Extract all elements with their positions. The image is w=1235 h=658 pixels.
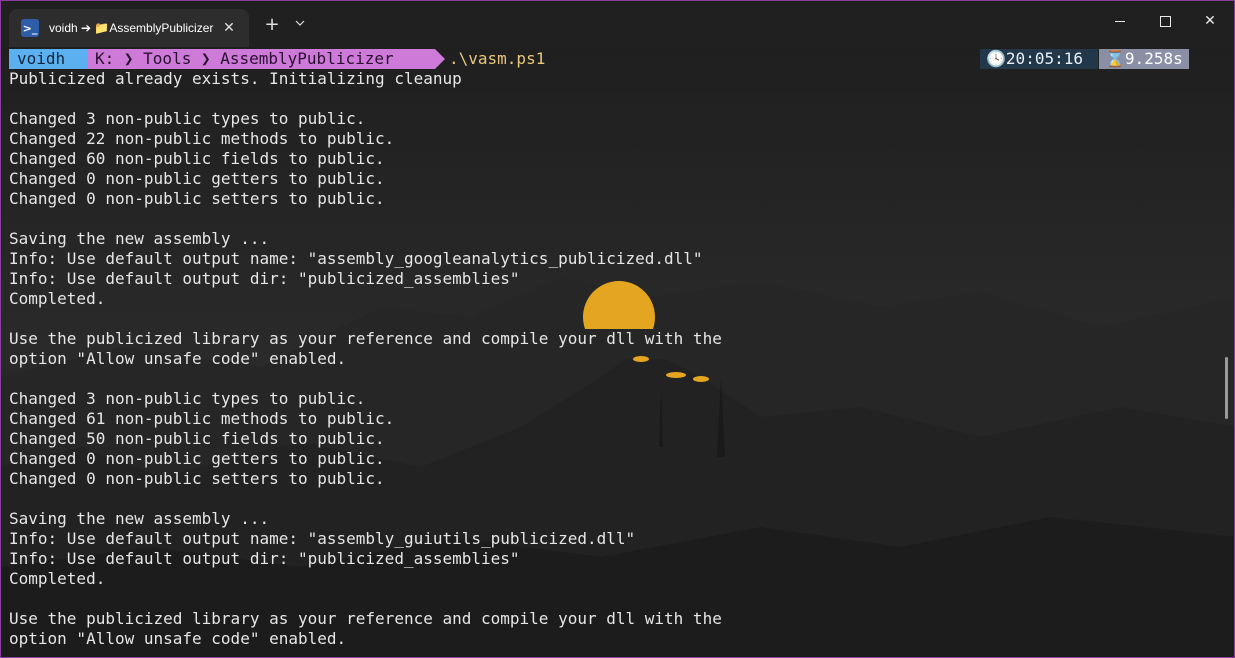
output-line: Info: Use default output name: "assembly… [9,249,703,268]
output-line: Completed. [9,289,106,308]
output-line: Saving the new assembly ... [9,509,270,528]
output-line: Changed 60 non-public fields to public. [9,149,385,168]
output-line: Use the publicized library as your refer… [9,329,722,348]
output-line: option "Allow unsafe code" enabled. [9,629,347,648]
close-tab-icon[interactable]: ✕ [219,18,239,38]
output-line: Info: Use default output dir: "publicize… [9,269,520,288]
new-tab-button[interactable]: + [260,14,284,38]
output-line: Changed 50 non-public fields to public. [9,429,385,448]
close-window-button[interactable]: ✕ [1188,5,1232,37]
output-line: Use the publicized library as your refer… [9,609,722,628]
minimize-button[interactable] [1098,5,1142,37]
vertical-scrollbar[interactable] [1225,357,1228,419]
output-line: Changed 0 non-public getters to public. [9,449,385,468]
prompt-duration: ⌛9.258s [1099,49,1189,69]
output-line: Info: Use default output dir: "publicize… [9,549,520,568]
prompt-clock: 🕓20:05:16 [980,49,1098,69]
output-line: Publicized already exists. Initializing … [9,69,462,88]
terminal-window: >_ voidh ➔ 📁AssemblyPublicizer ✕ + ✕ voi… [0,0,1235,658]
prompt-separator [435,49,445,69]
powershell-icon: >_ [21,19,39,37]
prompt-command: .\vasm.ps1 [449,49,546,68]
terminal-output: voidh K: ❯ Tools ❯ AssemblyPublicizer .\… [9,49,1214,649]
output-line: Changed 0 non-public setters to public. [9,189,385,208]
tab-dropdown-chevron-icon[interactable] [290,14,310,38]
prompt-line: voidh K: ❯ Tools ❯ AssemblyPublicizer .\… [9,49,1214,69]
minimize-icon [1115,20,1125,22]
title-bar: >_ voidh ➔ 📁AssemblyPublicizer ✕ + ✕ [1,1,1234,47]
prompt-path-segment: K: ❯ Tools ❯ AssemblyPublicizer [87,49,435,69]
tab-title: voidh ➔ 📁AssemblyPublicizer [49,21,214,35]
output-line: Changed 0 non-public getters to public. [9,169,385,188]
output-line: Changed 3 non-public types to public. [9,109,366,128]
output-line: option "Allow unsafe code" enabled. [9,349,347,368]
maximize-button[interactable] [1143,5,1187,37]
prompt-user-segment: voidh [9,49,87,69]
output-line: Changed 3 non-public types to public. [9,389,366,408]
maximize-icon [1159,15,1171,27]
output-line: Changed 0 non-public setters to public. [9,469,385,488]
output-line: Completed. [9,569,106,588]
output-line: Changed 22 non-public methods to public. [9,129,395,148]
output-line: Info: Use default output name: "assembly… [9,529,636,548]
output-line: Saving the new assembly ... [9,229,270,248]
output-line: Changed 61 non-public methods to public. [9,409,395,428]
tab-active[interactable]: >_ voidh ➔ 📁AssemblyPublicizer ✕ [9,9,249,47]
output-lines: Publicized already exists. Initializing … [9,69,1214,649]
terminal-pane[interactable]: voidh K: ❯ Tools ❯ AssemblyPublicizer .\… [1,47,1234,657]
